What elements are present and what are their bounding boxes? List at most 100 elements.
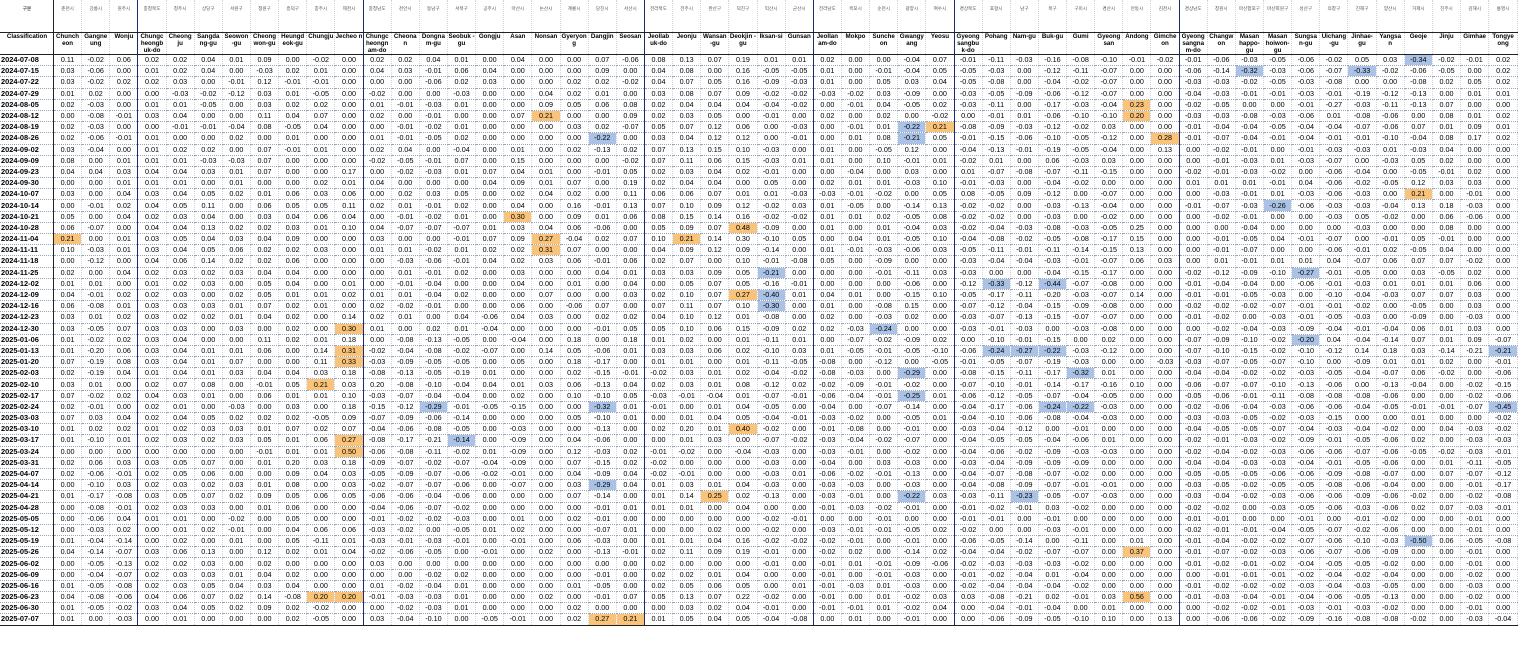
- table-cell: -0.04: [1010, 580, 1039, 593]
- table-cell: 0.09: [250, 54, 280, 67]
- table-cell: 0.05: [194, 188, 223, 201]
- table-cell: 0.00: [306, 166, 336, 179]
- table-cell: 0.00: [1404, 569, 1433, 581]
- table-cell: -0.19: [1038, 356, 1068, 369]
- table-cell: -0.10: [982, 412, 1011, 425]
- table-cell: -0.08: [982, 233, 1011, 246]
- table-cell: 0.05: [503, 356, 533, 369]
- table-cell: -0.01: [982, 110, 1011, 123]
- table-cell: -0.04: [1207, 535, 1236, 548]
- table-cell: 0.06: [53, 222, 83, 235]
- table-cell: 0.00: [785, 110, 814, 123]
- table-cell: 0.04: [812, 289, 842, 302]
- table-cell: 0.01: [672, 502, 702, 514]
- table-cell: 0.03: [166, 569, 195, 581]
- table-cell: -0.07: [953, 378, 983, 391]
- row-date: 2024-07-22: [0, 76, 54, 89]
- table-cell: -0.03: [419, 591, 448, 604]
- table-cell: 0.00: [897, 110, 927, 123]
- table-cell: 0.13: [1404, 199, 1433, 212]
- table-cell: 0.05: [616, 323, 645, 335]
- table-cell: 0.00: [334, 557, 364, 570]
- row-date: 2024-08-12: [0, 110, 54, 123]
- table-cell: -0.04: [81, 569, 111, 581]
- table-cell: 0.00: [503, 367, 533, 380]
- table-cell: 0.10: [672, 199, 702, 212]
- table-cell: -0.06: [588, 222, 617, 235]
- table-cell: -0.14: [109, 535, 139, 548]
- table-cell: -0.04: [841, 166, 871, 179]
- table-cell: -0.04: [1235, 323, 1265, 335]
- table-cell: 0.02: [166, 144, 195, 156]
- table-cell: 0.03: [785, 345, 814, 358]
- table-cell: 0.15: [728, 323, 758, 335]
- table-row: 2025-05-12 0.00 -0.03 0.02 0.00 0.01 0.02 -0.01…: [0, 524, 1518, 537]
- table-cell: 0.02: [1432, 155, 1462, 167]
- table-cell: -0.03: [1010, 557, 1039, 570]
- table-cell: 0.00: [953, 334, 983, 346]
- table-cell: 0.00: [953, 110, 983, 123]
- table-cell: 0.03: [137, 300, 167, 313]
- table-cell: 0.03: [166, 300, 195, 313]
- table-cell: 0.00: [1094, 546, 1124, 559]
- table-row: 2025-06-16 0.01 -0.05 -0.08 0.02 0.03 0.05 0.04…: [0, 580, 1518, 593]
- table-cell: -0.02: [897, 602, 927, 615]
- table-cell: -0.01: [109, 502, 139, 514]
- table-cell: 0.00: [1432, 490, 1462, 503]
- table-cell: -0.04: [419, 289, 448, 302]
- table-cell: -0.01: [419, 267, 448, 279]
- table-cell: 0.01: [194, 390, 223, 402]
- table-cell: -0.06: [1376, 434, 1405, 447]
- table-cell: 0.10: [728, 255, 758, 268]
- table-cell: -0.05: [982, 434, 1011, 447]
- table-cell: 0.02: [503, 524, 533, 537]
- table-cell: 0.00: [531, 334, 561, 346]
- table-row: 2024-08-26 0.02 -0.06 -0.01 0.01 0.00 0.00 0.02…: [0, 132, 1518, 145]
- table-cell: -0.08: [1094, 278, 1124, 290]
- table-cell: -0.03: [1010, 121, 1039, 134]
- table-cell: 0.00: [531, 155, 561, 167]
- table-cell: 0.04: [1432, 423, 1462, 436]
- table-cell: 0.13: [672, 144, 702, 156]
- table-cell: 0.02: [306, 99, 336, 111]
- table-cell: 0.04: [728, 569, 758, 581]
- table-cell: 0.07: [672, 121, 702, 134]
- table-cell: -0.03: [953, 311, 983, 324]
- table-cell: -0.02: [1066, 76, 1096, 89]
- table-cell: 0.05: [757, 177, 786, 190]
- table-cell: -0.04: [841, 434, 871, 447]
- table-cell: -0.05: [81, 557, 111, 570]
- table-cell: -0.01: [785, 278, 814, 290]
- table-cell: -0.05: [306, 613, 336, 626]
- table-cell: -0.05: [1038, 490, 1068, 503]
- table-cell: -0.07: [1376, 367, 1405, 380]
- table-cell: 0.00: [475, 132, 505, 145]
- table-cell: -0.25: [897, 390, 927, 402]
- table-cell: 0.02: [137, 267, 167, 279]
- table-cell: -0.01: [222, 76, 251, 89]
- table-cell: 0.03: [672, 345, 702, 358]
- table-cell: -0.06: [982, 613, 1011, 626]
- table-cell: 0.00: [278, 54, 308, 67]
- table-cell: 0.07: [109, 323, 139, 335]
- table-cell: 0.02: [53, 121, 83, 134]
- table-cell: -0.07: [1094, 311, 1124, 324]
- table-cell: -0.02: [785, 367, 814, 380]
- table-cell: 0.01: [306, 144, 336, 156]
- table-cell: 0.00: [616, 65, 645, 78]
- table-cell: 0.18: [560, 356, 589, 369]
- table-cell: 0.08: [672, 88, 702, 100]
- table-cell: 0.01: [1404, 278, 1433, 290]
- table-cell: 0.25: [1122, 222, 1152, 235]
- table-cell: -0.02: [1376, 513, 1405, 525]
- table-cell: -0.07: [1263, 356, 1293, 369]
- table-cell: 0.00: [560, 267, 589, 279]
- table-cell: -0.02: [419, 513, 448, 525]
- table-cell: -0.07: [1066, 546, 1096, 559]
- table-row: 2025-06-23 0.04 -0.08 -0.06 0.04 0.06 0.07 0.02…: [0, 591, 1518, 604]
- table-cell: -0.08: [81, 300, 111, 313]
- table-cell: 0.15: [1122, 233, 1152, 246]
- table-cell: 0.07: [700, 278, 730, 290]
- table-cell: 0.00: [925, 502, 955, 514]
- column-header-kr: 당진시: [588, 0, 617, 33]
